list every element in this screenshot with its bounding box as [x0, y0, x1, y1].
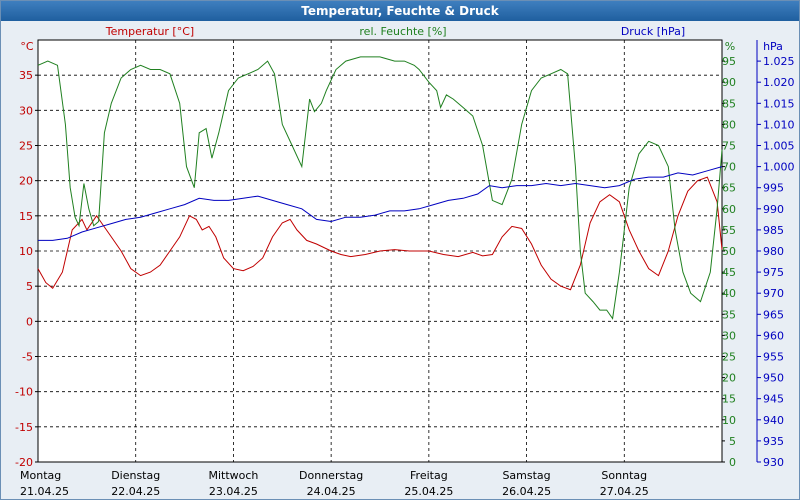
humidity-tick-label: 90 — [722, 76, 736, 89]
temperature-tick-label: 10 — [19, 245, 33, 258]
pressure-unit: hPa — [763, 40, 783, 53]
temperature-tick-label: 15 — [19, 210, 33, 223]
x-tick-weekday: Donnerstag — [299, 469, 363, 482]
x-tick-weekday: Montag — [20, 469, 61, 482]
x-tick-date: 26.04.25 — [502, 485, 551, 498]
humidity-tick-label: 20 — [722, 372, 736, 385]
pressure-tick-label: 930 — [763, 456, 784, 469]
chart-svg: °C -20 -15 -10 -5 0 5 10 15 20 25 30 35 Temperatur [°… — [15, 25, 795, 498]
humidity-tick-label: 85 — [722, 97, 736, 110]
humidity-tick-label: 35 — [722, 308, 736, 321]
x-tick-date: 22.04.25 — [111, 485, 160, 498]
humidity-tick-label: 25 — [722, 351, 736, 364]
x-tick-date: 24.04.25 — [307, 485, 356, 498]
humidity-tick-label: 5 — [729, 435, 736, 448]
x-tick-weekday: Dienstag — [111, 469, 160, 482]
humidity-tick-label: 95 — [722, 55, 736, 68]
pressure-tick-label: 1.025 — [763, 55, 795, 68]
x-tick-weekday: Sonntag — [601, 469, 647, 482]
temperature-tick-label: 20 — [19, 175, 33, 188]
x-tick-date: 27.04.25 — [600, 485, 649, 498]
humidity-tick-label: 30 — [722, 329, 736, 342]
temperature-tick-label: -15 — [15, 421, 33, 434]
pressure-tick-label: 985 — [763, 224, 784, 237]
pressure-tick-label: 960 — [763, 329, 784, 342]
pressure-tick-label: 990 — [763, 203, 784, 216]
humidity-tick-label: 75 — [722, 140, 736, 153]
humidity-tick-label: 40 — [722, 287, 736, 300]
temperature-tick-label: 0 — [26, 315, 33, 328]
x-tick-weekday: Samstag — [502, 469, 550, 482]
humidity-tick-label: 15 — [722, 393, 736, 406]
temperature-unit: °C — [20, 40, 34, 53]
temperature-tick-label: -20 — [15, 456, 33, 469]
pressure-tick-label: 950 — [763, 372, 784, 385]
temperature-tick-label: 35 — [19, 69, 33, 82]
pressure-tick-label: 1.010 — [763, 118, 795, 131]
pressure-tick-label: 940 — [763, 414, 784, 427]
pressure-tick-label: 955 — [763, 351, 784, 364]
temperature-tick-label: 5 — [26, 280, 33, 293]
humidity-tick-label: 50 — [722, 245, 736, 258]
x-tick-date: 25.04.25 — [404, 485, 453, 498]
temperature-tick-label: 25 — [19, 140, 33, 153]
pressure-tick-label: 975 — [763, 266, 784, 279]
pressure-tick-label: 995 — [763, 182, 784, 195]
pressure-tick-label: 970 — [763, 287, 784, 300]
humidity-tick-label: 55 — [722, 224, 736, 237]
x-tick-date: 21.04.25 — [20, 485, 69, 498]
humidity-tick-label: 0 — [729, 456, 736, 469]
pressure-tick-label: 1.000 — [763, 161, 795, 174]
temperature-tick-label: 30 — [19, 104, 33, 117]
x-tick-date: 23.04.25 — [209, 485, 258, 498]
x-tick-weekday: Mittwoch — [208, 469, 258, 482]
humidity-tick-label: 80 — [722, 118, 736, 131]
humidity-tick-label: 10 — [722, 414, 736, 427]
pressure-axis-label: Druck [hPa] — [621, 25, 685, 38]
pressure-tick-label: 1.015 — [763, 97, 795, 110]
pressure-tick-label: 1.020 — [763, 76, 795, 89]
pressure-tick-label: 965 — [763, 308, 784, 321]
pressure-tick-label: 945 — [763, 393, 784, 406]
humidity-tick-label: 60 — [722, 203, 736, 216]
x-tick-weekday: Freitag — [410, 469, 448, 482]
temperature-tick-label: -5 — [22, 351, 33, 364]
pressure-tick-label: 980 — [763, 245, 784, 258]
temperature-axis-label: Temperatur [°C] — [105, 25, 194, 38]
humidity-tick-label: 70 — [722, 161, 736, 174]
pressure-tick-label: 935 — [763, 435, 784, 448]
humidity-axis-label: rel. Feuchte [%] — [359, 25, 446, 38]
humidity-unit: % — [725, 40, 735, 53]
temperature-tick-label: -10 — [15, 386, 33, 399]
humidity-tick-label: 45 — [722, 266, 736, 279]
humidity-tick-label: 65 — [722, 182, 736, 195]
pressure-tick-label: 1.005 — [763, 140, 795, 153]
